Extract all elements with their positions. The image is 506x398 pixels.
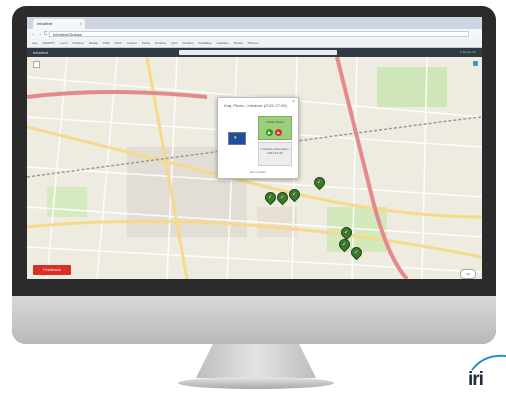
bookmark-item[interactable]: Quiz (171, 39, 177, 47)
photo-popup: Kraj. Photo - Infodrive (2021-07-05) × ★… (217, 97, 299, 179)
monitor-chin (12, 296, 496, 344)
monitor-stand-base (178, 377, 334, 389)
app-header: Infodrive ● Signal OK (27, 48, 482, 57)
browser-tab[interactable]: Infodrive × (33, 19, 85, 29)
go-to-photo-link[interactable]: Go to photo (218, 170, 298, 174)
bookmark-item[interactable]: Pictures (248, 39, 259, 47)
bookmark-item[interactable]: Infodrive (155, 39, 167, 47)
bookmarks-bar: App ANDRITz e-sim Infodrive Mattay PIPA NDVI La… (27, 39, 482, 48)
bookmark-item[interactable]: Lantern (127, 39, 137, 47)
bookmark-item[interactable]: Mutual (234, 39, 243, 47)
logo-text: iri (468, 369, 484, 390)
check-icon: ✓ (342, 241, 347, 248)
count-badge: 10 (460, 269, 476, 279)
check-icon: ✓ (268, 194, 273, 201)
url-input[interactable]: Infodrive/Dubow (49, 31, 469, 37)
popup-title: Kraj. Photo - Infodrive (2021-07-05) (224, 103, 287, 108)
bookmark-item[interactable]: Cadastre (216, 39, 228, 47)
monitor-stand-neck (196, 344, 316, 378)
check-icon: ✓ (354, 249, 359, 256)
eu-flag-icon: ★ (228, 132, 246, 145)
info-panel: Infodrive information 2021-07-05 (258, 142, 292, 166)
stop-icon[interactable]: ■ (275, 129, 282, 136)
tab-close-icon[interactable]: × (80, 19, 82, 29)
bookmark-item[interactable]: e-sim (60, 39, 67, 47)
check-icon: ✓ (344, 229, 349, 236)
play-icon[interactable]: ▶ (266, 129, 273, 136)
brand-logo: iri (466, 352, 506, 398)
instant-photo-panel[interactable]: Instant Photo ▶ ■ (258, 116, 292, 140)
search-input[interactable] (179, 50, 337, 55)
feedback-button[interactable]: Feedback (33, 265, 71, 275)
check-icon: ✓ (292, 191, 297, 198)
status-indicator: ● Signal OK (459, 50, 476, 54)
address-bar-row: ← → C Infodrive/Dubow (27, 29, 482, 39)
bookmark-item[interactable]: App (32, 39, 37, 47)
check-icon: ✓ (280, 194, 285, 201)
bookmark-item[interactable]: NDVI (115, 39, 122, 47)
bookmark-item[interactable]: ANDRITz (42, 39, 55, 47)
info-text: Infodrive information 2021-07-05 (261, 147, 289, 155)
map-canvas[interactable]: ✓ ✓ ✓ ✓ ✓ ✓ ✓ Kraj. Photo - Infodrive (2… (27, 57, 482, 279)
close-icon[interactable]: × (292, 99, 295, 105)
tab-title: Infodrive (37, 21, 53, 26)
layers-button[interactable] (473, 61, 478, 66)
zoom-control-button[interactable] (33, 61, 40, 68)
bookmark-item[interactable]: PIPA (103, 39, 110, 47)
bookmark-item[interactable]: Desktop (182, 39, 193, 47)
bookmark-item[interactable]: Infodrive (72, 39, 84, 47)
bookmark-item[interactable]: Mattay (89, 39, 98, 47)
bookmark-item[interactable]: Portal (142, 39, 150, 47)
app-title: Infodrive (33, 50, 49, 55)
instant-photo-label: Instant Photo (266, 120, 284, 124)
screen: Infodrive × ← → C Infodrive/Dubow App AND… (27, 17, 482, 279)
nav-arrows-icon[interactable]: ← → C (31, 29, 47, 39)
browser-tab-bar: Infodrive × (27, 17, 482, 29)
bookmark-item[interactable]: RoadMap (198, 39, 211, 47)
check-icon: ✓ (317, 179, 322, 186)
